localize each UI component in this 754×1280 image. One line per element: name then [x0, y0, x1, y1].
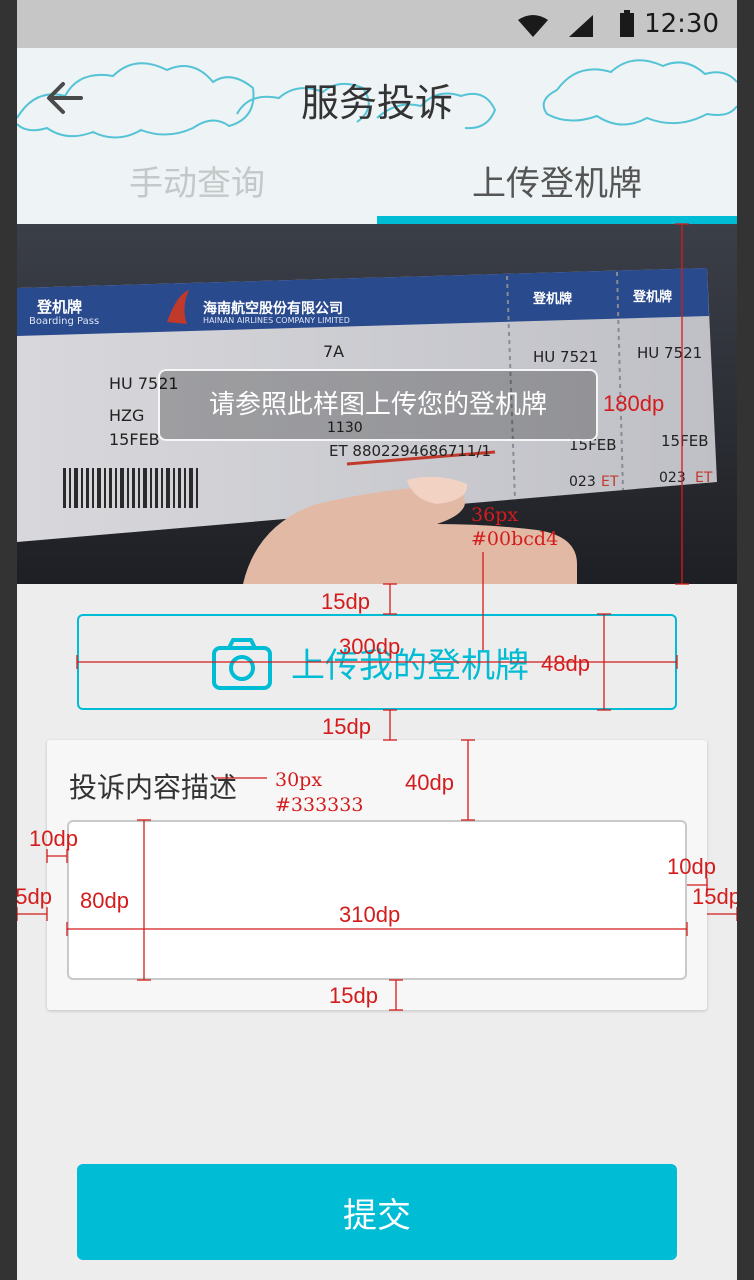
- ticket-stub-et-1: ET: [601, 474, 619, 490]
- ticket-stub-flight-1: HU 7521: [533, 348, 599, 366]
- annotation-title-color: #333333: [275, 794, 364, 816]
- upload-button-label: 上传我的登机牌: [291, 646, 529, 686]
- annotation-gap-bottom: 15dp: [322, 714, 371, 739]
- complaint-card: 投诉内容描述: [47, 740, 707, 1010]
- annotation-inner-left: 10dp: [29, 826, 78, 851]
- annotation-gap-top: 15dp: [321, 589, 370, 614]
- annotation-image-height: 180dp: [603, 391, 665, 416]
- annotation-btn-color: #00bcd4: [471, 528, 559, 550]
- sample-hint-label: 请参照此样图上传您的登机牌: [158, 369, 598, 441]
- ticket-title: 登机牌: [37, 298, 83, 316]
- status-bar: 12:30: [17, 0, 737, 48]
- ticket-subtitle: Boarding Pass: [29, 316, 100, 327]
- ticket-stub-et-2: ET: [695, 470, 713, 486]
- complaint-textarea[interactable]: [67, 820, 687, 980]
- annotation-btn-font: 36px: [471, 504, 519, 526]
- page-title: 服务投诉: [300, 81, 453, 125]
- annotation-textarea-width: 310dp: [339, 902, 401, 927]
- ticket-airline: 海南航空股份有限公司: [203, 301, 343, 317]
- tab-indicator: [377, 216, 737, 224]
- complaint-title: 投诉内容描述: [69, 771, 238, 804]
- ticket-stub-bdno-2: 023: [659, 470, 686, 486]
- phone-screen: 12:30 服务投诉 手动查询 上传登机牌 登机牌 Boarding Pass …: [17, 0, 737, 1280]
- annotation-title-font: 30px: [275, 769, 323, 791]
- annotation-outer-left: 15dp: [17, 884, 52, 909]
- header: 服务投诉 手动查询 上传登机牌: [17, 48, 737, 224]
- tab-upload-boarding-pass[interactable]: 上传登机牌: [377, 156, 737, 224]
- annotation-card-bottom: 15dp: [329, 983, 378, 1008]
- ticket-airline-en: HAINAN AIRLINES COMPANY LIMITED: [203, 316, 350, 325]
- annotation-inner-right: 10dp: [667, 854, 716, 879]
- annotation-textarea-height: 80dp: [80, 888, 129, 913]
- ticket-number: ET 8802294686711/1: [329, 442, 492, 460]
- ticket-origin: HZG: [109, 406, 145, 425]
- annotation-btn-width: 300dp: [339, 634, 401, 659]
- ticket-stub-flight-2: HU 7521: [637, 344, 703, 362]
- ticket-stub-title-2: 登机牌: [633, 290, 673, 305]
- annotation-outer-right: 15dp: [692, 884, 737, 909]
- camera-icon: [212, 638, 272, 690]
- wifi-icon: [518, 15, 548, 37]
- ticket-stub-title-1: 登机牌: [533, 292, 573, 307]
- ticket-stub-date-2: 15FEB: [661, 432, 709, 450]
- battery-icon: [620, 10, 634, 37]
- ticket-stub-bdno-1: 023: [569, 474, 596, 490]
- tab-manual-query[interactable]: 手动查询: [17, 156, 377, 224]
- annotation-title-height: 40dp: [405, 770, 454, 795]
- ticket-date: 15FEB: [109, 430, 160, 449]
- ticket-seat: 7A: [323, 342, 345, 361]
- signal-icon: [569, 15, 593, 37]
- annotation-btn-height: 48dp: [541, 651, 590, 676]
- status-time: 12:30: [644, 9, 719, 39]
- submit-button[interactable]: 提交: [77, 1164, 677, 1260]
